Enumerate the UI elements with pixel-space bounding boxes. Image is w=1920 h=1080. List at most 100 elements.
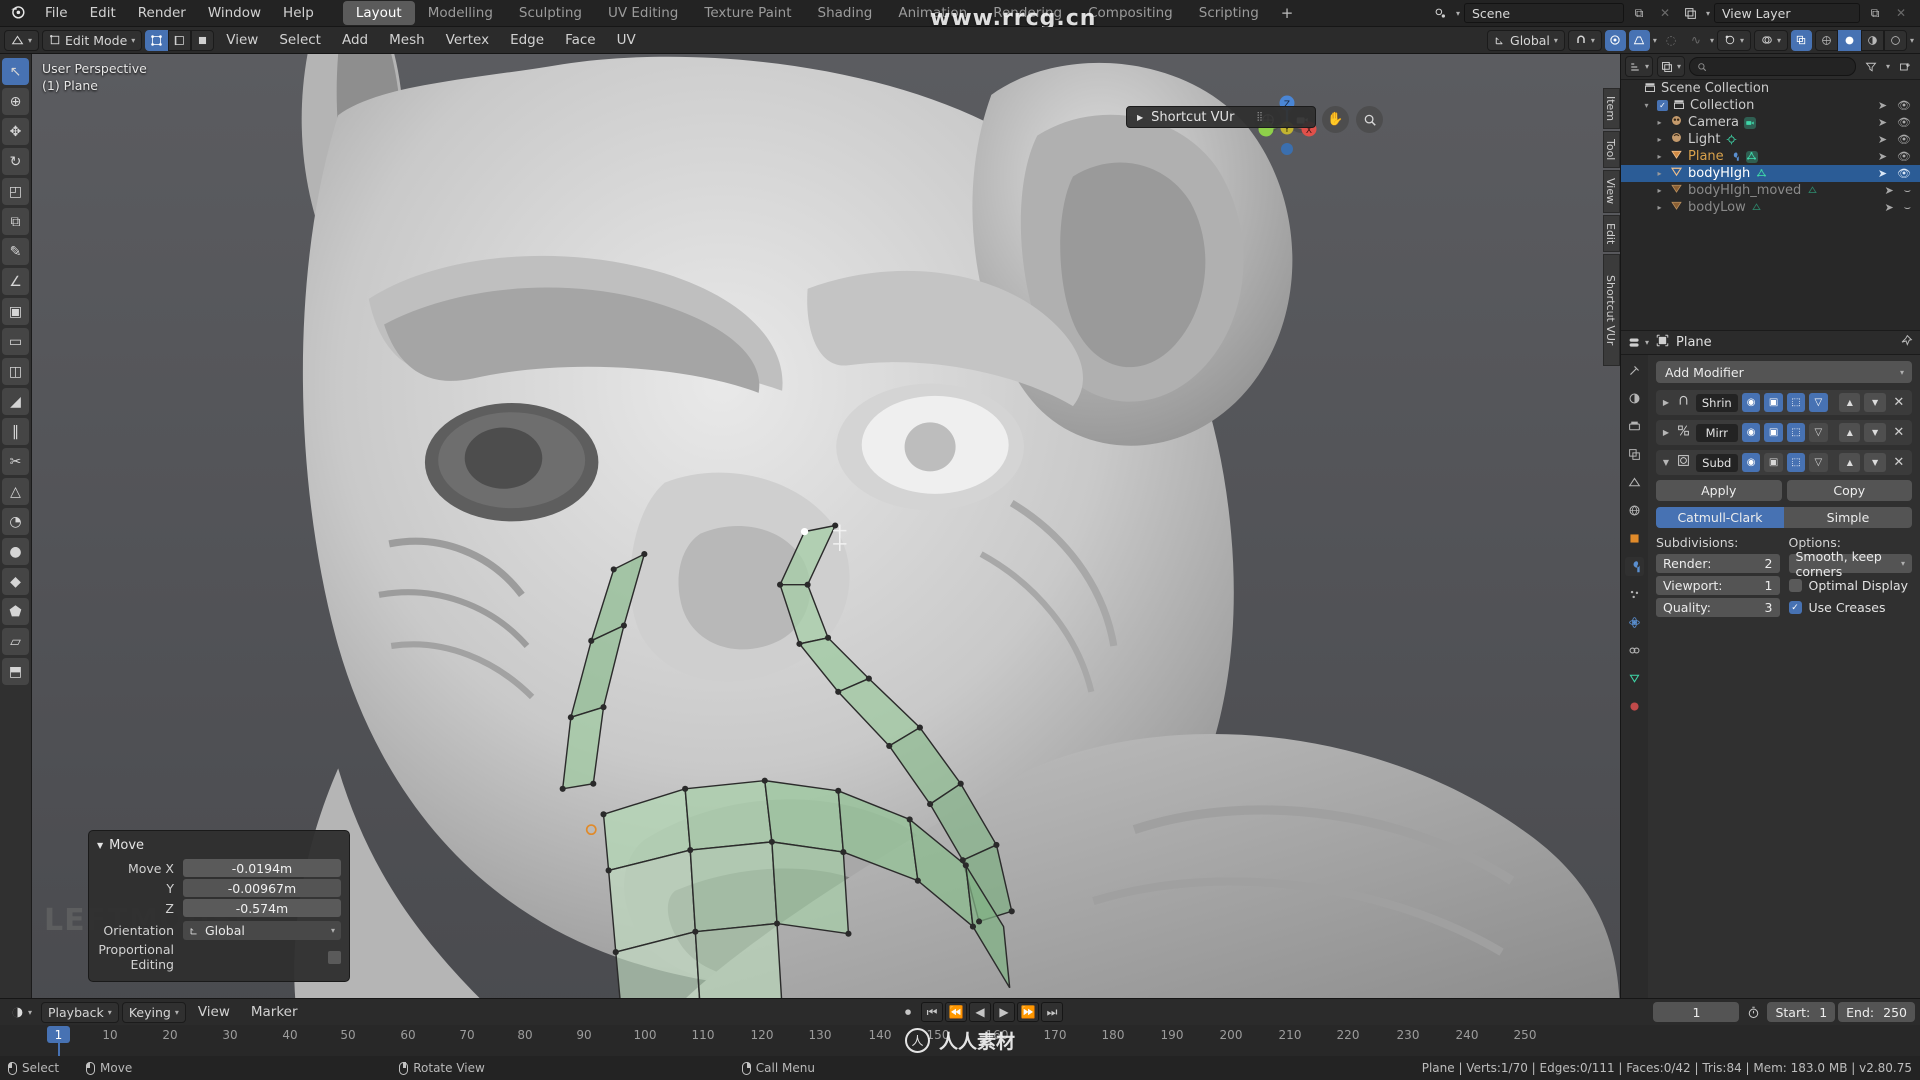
modifier-row-shrinkwrap[interactable]: ▶ Shrin ◉ ▣ ⬚ ▽ ▲ ▼ ✕ (1656, 390, 1912, 415)
keying-menu[interactable]: Keying ▾ (121, 1001, 186, 1023)
viewport-menu-view[interactable]: View (217, 27, 267, 54)
selectable-arrow-icon[interactable]: ➤ (1878, 167, 1887, 180)
viewport-toggle-icon[interactable]: ▣ (1764, 393, 1783, 412)
viewport-menu-edge[interactable]: Edge (501, 27, 553, 54)
tab-uv-editing[interactable]: UV Editing (595, 1, 691, 25)
outliner-row-bodyhigh[interactable]: ▸ bodyHIgh ➤ 👁 (1621, 165, 1920, 182)
annotate-tool[interactable]: ✎ (2, 238, 29, 265)
camera-data-icon[interactable] (1744, 116, 1757, 129)
move-tool[interactable]: ✥ (2, 118, 29, 145)
solid-shading-icon[interactable] (1837, 29, 1861, 51)
playhead[interactable]: 1 (47, 1026, 70, 1043)
outliner-display-mode-icon[interactable]: ▾ (1657, 56, 1686, 77)
mode-selector[interactable]: Edit Mode ▾ (42, 29, 143, 51)
play-reverse-icon[interactable]: ◀ (969, 1002, 991, 1022)
move-y-row[interactable]: Y -0.00967m (89, 879, 349, 897)
eye-icon[interactable]: 👁 (1897, 133, 1911, 146)
render-subdiv-field[interactable]: Render: 2 (1656, 554, 1780, 573)
proportional-editing-icon[interactable] (1604, 29, 1626, 51)
disclosure-triangle-icon[interactable]: ▸ (1654, 118, 1665, 127)
modifier-tab[interactable] (1625, 557, 1644, 576)
outliner[interactable]: Scene Collection ▾ ✓ Collection ➤ 👁 ▸ Cam… (1621, 80, 1920, 330)
jump-to-start-icon[interactable]: ⏮ (921, 1002, 943, 1022)
current-frame-field[interactable]: 1 (1653, 1002, 1740, 1022)
snap-magnet-icon[interactable]: ▾ (1567, 29, 1602, 51)
outliner-row-plane[interactable]: ▸ Plane ➤ 👁 (1621, 148, 1920, 165)
play-icon[interactable]: ▶ (993, 1002, 1015, 1022)
viewport-menu-uv[interactable]: UV (608, 27, 645, 54)
particles-tab[interactable] (1625, 585, 1644, 604)
data-tab[interactable] (1625, 669, 1644, 688)
move-up-icon[interactable]: ▲ (1839, 423, 1861, 442)
sidebar-tab-item[interactable]: Item (1603, 88, 1620, 130)
shading-chevron-down-icon[interactable]: ▾ (1910, 36, 1914, 45)
shrink-fatten-tool[interactable]: ⬟ (2, 598, 29, 625)
disclosure-triangle-icon[interactable]: ▾ (1641, 101, 1652, 110)
mesh-data-icon[interactable] (1806, 185, 1818, 197)
timeline-menu-view[interactable]: View (189, 1001, 239, 1023)
falloff-curve-icon[interactable]: ◌ (1660, 30, 1682, 50)
edit-mode-toggle-icon[interactable]: ⬚ (1786, 393, 1806, 412)
move-x-value[interactable]: -0.0194m (183, 859, 341, 877)
tab-layout[interactable]: Layout (342, 1, 415, 25)
loop-cut-tool[interactable]: ‖ (2, 418, 29, 445)
delete-scene-icon[interactable]: ✕ (1654, 3, 1676, 23)
move-up-icon[interactable]: ▲ (1839, 393, 1861, 412)
timeline-editor-type-icon[interactable]: ▾ (5, 1002, 38, 1023)
outliner-editor-type-icon[interactable]: ▾ (1625, 56, 1654, 77)
grip-dots-icon[interactable]: ⣿ (1256, 112, 1264, 122)
menu-edit[interactable]: Edit (79, 0, 127, 27)
triangle-down-icon[interactable]: ▼ (1660, 458, 1672, 467)
falloff-chevron-down-icon[interactable]: ▾ (1653, 36, 1657, 45)
use-creases-checkbox[interactable]: ✓ (1788, 601, 1802, 614)
tab-compositing[interactable]: Compositing (1075, 1, 1186, 25)
proportional-falloff-icon[interactable] (1628, 29, 1650, 51)
disclosure-triangle-icon[interactable]: ▸ (1654, 135, 1665, 144)
add-cube-tool[interactable]: ▣ (2, 298, 29, 325)
render-toggle-icon[interactable]: ◉ (1741, 453, 1761, 472)
outliner-row-bodyhigh-moved[interactable]: ▸ bodyHIgh_moved ➤ ⌣ (1621, 182, 1920, 199)
measure-tool[interactable]: ∠ (2, 268, 29, 295)
orientation-dropdown[interactable]: Global ▾ (183, 921, 341, 940)
start-frame-field[interactable]: Start: 1 (1767, 1002, 1836, 1022)
view-layer-tab[interactable] (1625, 445, 1644, 464)
sidebar-tab-view[interactable]: View (1603, 170, 1620, 213)
selectable-arrow-icon[interactable]: ➤ (1878, 133, 1887, 146)
spin-tool[interactable]: ◔ (2, 508, 29, 535)
chevron-down-icon[interactable]: ▾ (1900, 368, 1904, 377)
disclosure-triangle-icon[interactable]: ▸ (1654, 186, 1665, 195)
view-layer-name-field[interactable]: View Layer (1714, 3, 1860, 23)
modifier-icon[interactable] (1729, 151, 1741, 163)
constraints-tab[interactable] (1625, 641, 1644, 660)
eye-closed-icon[interactable]: ⌣ (1904, 184, 1911, 198)
disclosure-triangle-icon[interactable]: ▸ (1654, 152, 1665, 161)
modifier-name[interactable]: Subd (1695, 453, 1738, 472)
gizmo-icon[interactable]: ▾ (1716, 29, 1751, 51)
tab-rendering[interactable]: Rendering (980, 1, 1075, 25)
proportional-editing-checkbox[interactable] (328, 950, 341, 964)
smooth-tool[interactable]: ● (2, 538, 29, 565)
record-icon[interactable]: ⏺ (897, 1002, 919, 1022)
scene-name-field[interactable]: Scene (1463, 3, 1624, 23)
modifier-name[interactable]: Shrin (1695, 393, 1738, 412)
menu-window[interactable]: Window (197, 0, 272, 27)
new-view-layer-icon[interactable]: ⧉ (1864, 3, 1886, 23)
viewport-menu-select[interactable]: Select (270, 27, 330, 54)
next-keyframe-icon[interactable]: ⏩ (1017, 1002, 1039, 1022)
sidebar-tab-shortcut-vur[interactable]: Shortcut VUr (1603, 253, 1620, 367)
simple-button[interactable]: Simple (1784, 507, 1912, 528)
chevron-down-icon[interactable]: ▾ (1901, 559, 1905, 568)
stopwatch-icon[interactable] (1742, 1002, 1764, 1022)
eye-closed-icon[interactable]: ⌣ (1904, 201, 1911, 215)
operator-redo-panel[interactable]: ▼ Move Move X -0.0194m Y -0.00967m Z -0.… (88, 830, 350, 982)
outliner-row-light[interactable]: ▸ Light ➤ 👁 (1621, 131, 1920, 148)
tab-texture-paint[interactable]: Texture Paint (691, 1, 804, 25)
selectable-arrow-icon[interactable]: ➤ (1885, 201, 1894, 215)
jump-to-end-icon[interactable]: ⏭ (1041, 1002, 1063, 1022)
move-z-value[interactable]: -0.574m (183, 899, 341, 917)
outliner-filter-icon[interactable] (1860, 57, 1882, 77)
collection-checkbox[interactable]: ✓ (1657, 100, 1668, 111)
outliner-row-camera[interactable]: ▸ Camera ➤ 👁 (1621, 114, 1920, 131)
add-modifier-button[interactable]: Add Modifier ▾ (1656, 361, 1912, 383)
viewport-menu-mesh[interactable]: Mesh (380, 27, 434, 54)
